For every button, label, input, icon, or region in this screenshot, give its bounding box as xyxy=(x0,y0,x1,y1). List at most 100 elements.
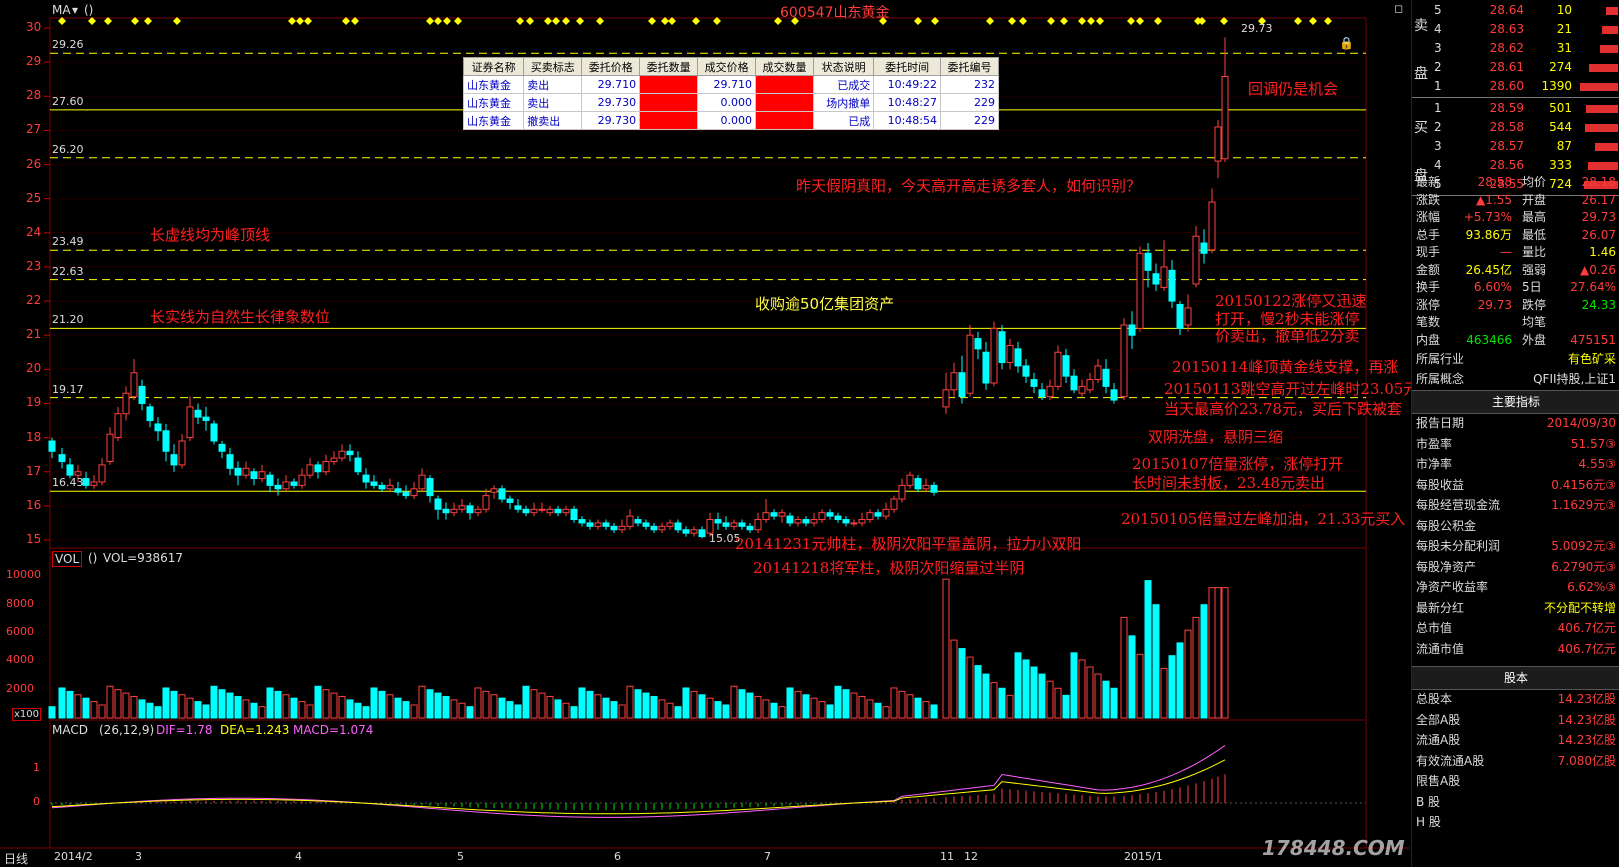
candle xyxy=(1078,379,1086,397)
volume-bar xyxy=(1006,694,1014,719)
order-col-header[interactable]: 状态说明 xyxy=(812,57,875,76)
vol-label[interactable]: VOL xyxy=(52,551,83,567)
fundamental-value: 5.0092元③ xyxy=(1551,539,1616,553)
candle xyxy=(338,444,346,462)
ma-label[interactable]: MA xyxy=(52,3,71,17)
candle xyxy=(434,495,442,520)
fundamental-value: 6.2790元③ xyxy=(1551,559,1616,574)
price-tick: 24 xyxy=(26,224,42,239)
volume-bar xyxy=(1128,635,1136,719)
candle-body xyxy=(578,519,586,524)
volume-bar xyxy=(562,702,570,719)
candle xyxy=(1200,229,1208,264)
order-col-header[interactable]: 买卖标志 xyxy=(523,57,583,76)
volume-bar xyxy=(514,704,522,719)
candle-body xyxy=(930,484,938,493)
candle xyxy=(194,403,202,424)
order-col-header[interactable]: 成交数量 xyxy=(755,57,814,76)
macd-dif: DIF=1.78 xyxy=(156,723,213,737)
quote-row: 涨跌 ▲1.55 开盘 26.17 xyxy=(1412,192,1619,209)
lock-icon[interactable]: 🔒 xyxy=(1339,36,1354,50)
volume-bar xyxy=(586,690,594,719)
candle-body xyxy=(90,481,98,486)
volume-bar xyxy=(578,687,586,719)
price-tick: 26 xyxy=(26,156,42,171)
volume-bar xyxy=(610,701,618,719)
volume-bar xyxy=(1086,666,1094,719)
quote-row: 涨幅 +5.73% 最高 29.73 xyxy=(1412,209,1619,226)
ma-dropdown-icon[interactable]: ▾ xyxy=(72,3,78,17)
macd-label[interactable]: MACD xyxy=(52,723,88,737)
order-row[interactable]: 山东黄金 卖出 29.730 0.000 场内撤单 10:48:27 229 xyxy=(462,93,1000,112)
volume-bar xyxy=(1014,652,1022,719)
volume-tick: 4000 xyxy=(6,653,34,667)
candle xyxy=(1120,318,1128,401)
book-price: 28.57 xyxy=(1489,139,1524,153)
date-tick: 5 xyxy=(457,850,464,863)
shares-title[interactable]: 股本 xyxy=(1412,666,1619,690)
order-row[interactable]: 山东黄金 卖出 29.710 29.710 已成交 10:49:22 232 xyxy=(462,75,1000,94)
candle xyxy=(1006,338,1014,370)
candle xyxy=(354,451,362,476)
fundamentals-title[interactable]: 主要指标 xyxy=(1412,390,1619,414)
candle xyxy=(1062,348,1070,383)
fundamental-value: 2014/09/30 xyxy=(1546,416,1616,430)
candle-body xyxy=(1144,252,1152,271)
candle xyxy=(506,495,514,510)
candle-body xyxy=(1054,351,1062,387)
volume-bar xyxy=(890,687,898,719)
fundamental-row: 总市值 406.7亿元 xyxy=(1412,619,1619,638)
volume-bar xyxy=(842,689,850,719)
fundamental-key: 每股收益 xyxy=(1416,477,1465,492)
volume-bar xyxy=(738,689,746,719)
candle-body xyxy=(754,519,762,531)
volume-bar xyxy=(1102,680,1110,719)
date-tick: 6 xyxy=(614,850,621,863)
order-col-header[interactable]: 委托编号 xyxy=(939,57,1000,76)
candle-body xyxy=(1176,303,1184,329)
candle-body xyxy=(602,522,610,527)
share-value: 14.23亿股 xyxy=(1557,712,1616,727)
candle-body xyxy=(778,512,786,517)
candle xyxy=(466,502,474,520)
period-label[interactable]: 日线 xyxy=(4,850,28,867)
quote-key: 现手 xyxy=(1416,245,1441,259)
candle-body xyxy=(434,498,442,510)
collapse-icon[interactable]: ◻ xyxy=(1394,2,1403,15)
order-book-row: 3 28.62 31 xyxy=(1412,39,1619,58)
volume-bar xyxy=(498,697,506,719)
order-col-header[interactable]: 委托数量 xyxy=(639,57,699,76)
candle-body xyxy=(1128,324,1136,336)
book-price: 28.63 xyxy=(1489,22,1524,36)
order-col-header[interactable]: 证券名称 xyxy=(462,57,525,76)
quote-key: 最低 xyxy=(1522,227,1547,242)
candle xyxy=(450,502,458,517)
order-row[interactable]: 山东黄金 撤卖出 29.730 0.000 已成 10:48:54 229 xyxy=(462,111,1000,130)
candle-body xyxy=(402,491,410,497)
chart-area[interactable]: MA ▾ () 600547山东黄金 ◻ 🔒 30 29 28 27 26 25 24 23 2… xyxy=(0,0,1448,867)
candle-body xyxy=(442,508,450,514)
volume-bar xyxy=(298,701,306,719)
candle xyxy=(770,509,778,520)
order-col-header[interactable]: 成交价格 xyxy=(697,57,757,76)
order-table[interactable]: 证券名称 买卖标志 委托价格 委托数量 成交价格 成交数量 状态说明 委托时间 委托编号 山东黄… xyxy=(462,57,1000,130)
volume-bar xyxy=(74,694,82,719)
book-price: 28.64 xyxy=(1489,3,1524,17)
order-cell: 10:48:27 xyxy=(873,93,941,112)
candle xyxy=(378,481,386,493)
volume-bar xyxy=(242,699,250,719)
candle-body xyxy=(346,450,354,456)
candle xyxy=(626,509,634,530)
book-volume: 10 xyxy=(1556,3,1572,17)
annotation-0113-a: 20150113跳空高开过左峰时23.05元买入 xyxy=(1164,380,1449,398)
quote-row: 总手 93.86万 最低 26.07 xyxy=(1412,227,1619,244)
fundamental-value: 51.57③ xyxy=(1570,436,1616,451)
level-label: 29.26 xyxy=(52,38,84,52)
candle-body xyxy=(538,508,546,511)
order-cell: 232 xyxy=(939,75,1000,94)
level-label: 16.43 xyxy=(52,476,84,490)
candle-body xyxy=(1136,252,1144,329)
order-col-header[interactable]: 委托价格 xyxy=(581,57,641,76)
order-col-header[interactable]: 委托时间 xyxy=(873,57,941,76)
candle-body xyxy=(586,522,594,527)
